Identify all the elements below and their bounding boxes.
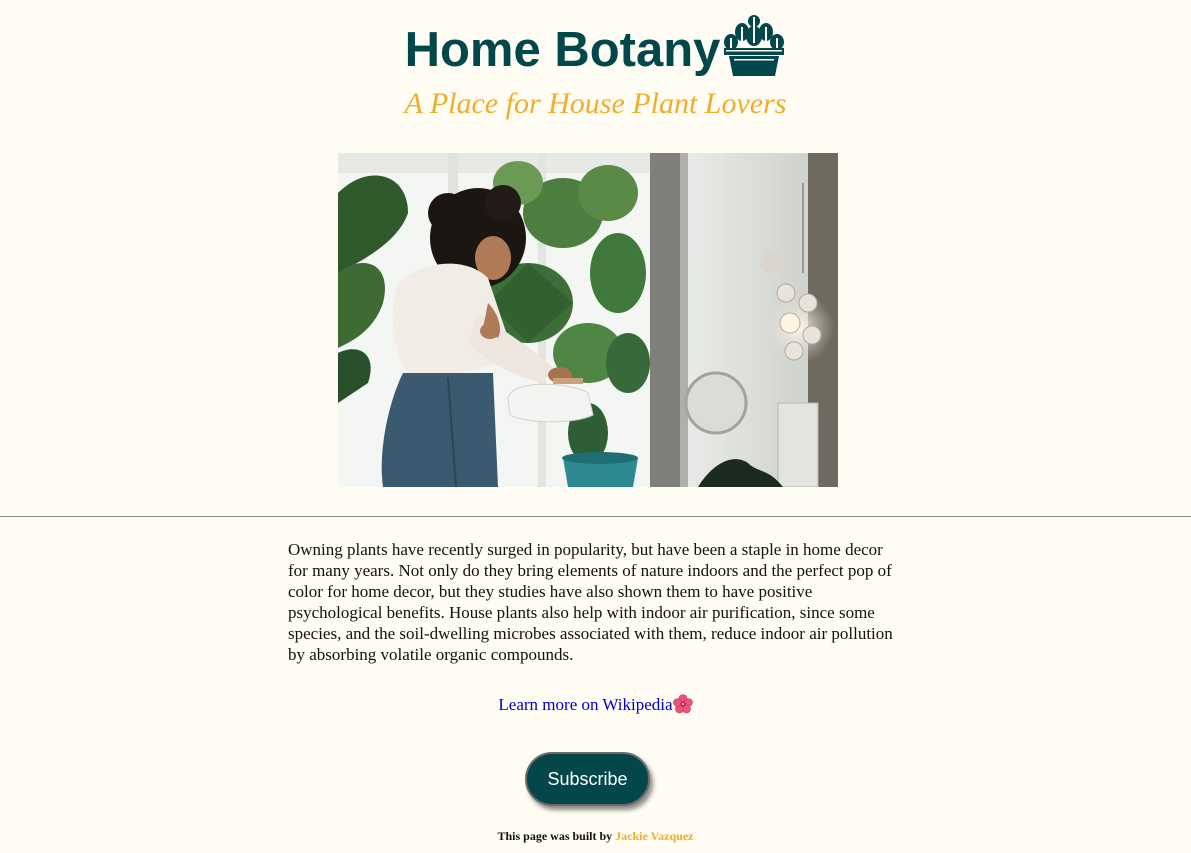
footer: This page was built by Jackie Vazquez [0,829,1191,844]
hero-image [338,153,838,487]
wikipedia-link-label: Learn more on Wikipedia [498,695,673,714]
hibiscus-icon [672,694,693,714]
wikipedia-link-row: Learn more on Wikipedia [0,694,1191,715]
page-title: Home Botany [404,22,721,77]
potted-plant-icon [722,12,786,78]
title-row: Home Botany [405,14,787,86]
intro-paragraph: Owning plants have recently surged in po… [288,540,893,664]
footer-author: Jackie Vazquez [615,829,694,843]
page-subtitle: A Place for House Plant Lovers [404,87,787,120]
subscribe-button[interactable]: Subscribe [525,752,650,806]
wikipedia-link[interactable]: Learn more on Wikipedia [498,695,672,714]
site-header: Home Botany [0,14,1191,86]
section-divider [0,516,1191,517]
footer-credit-text: This page was built by [497,829,616,843]
